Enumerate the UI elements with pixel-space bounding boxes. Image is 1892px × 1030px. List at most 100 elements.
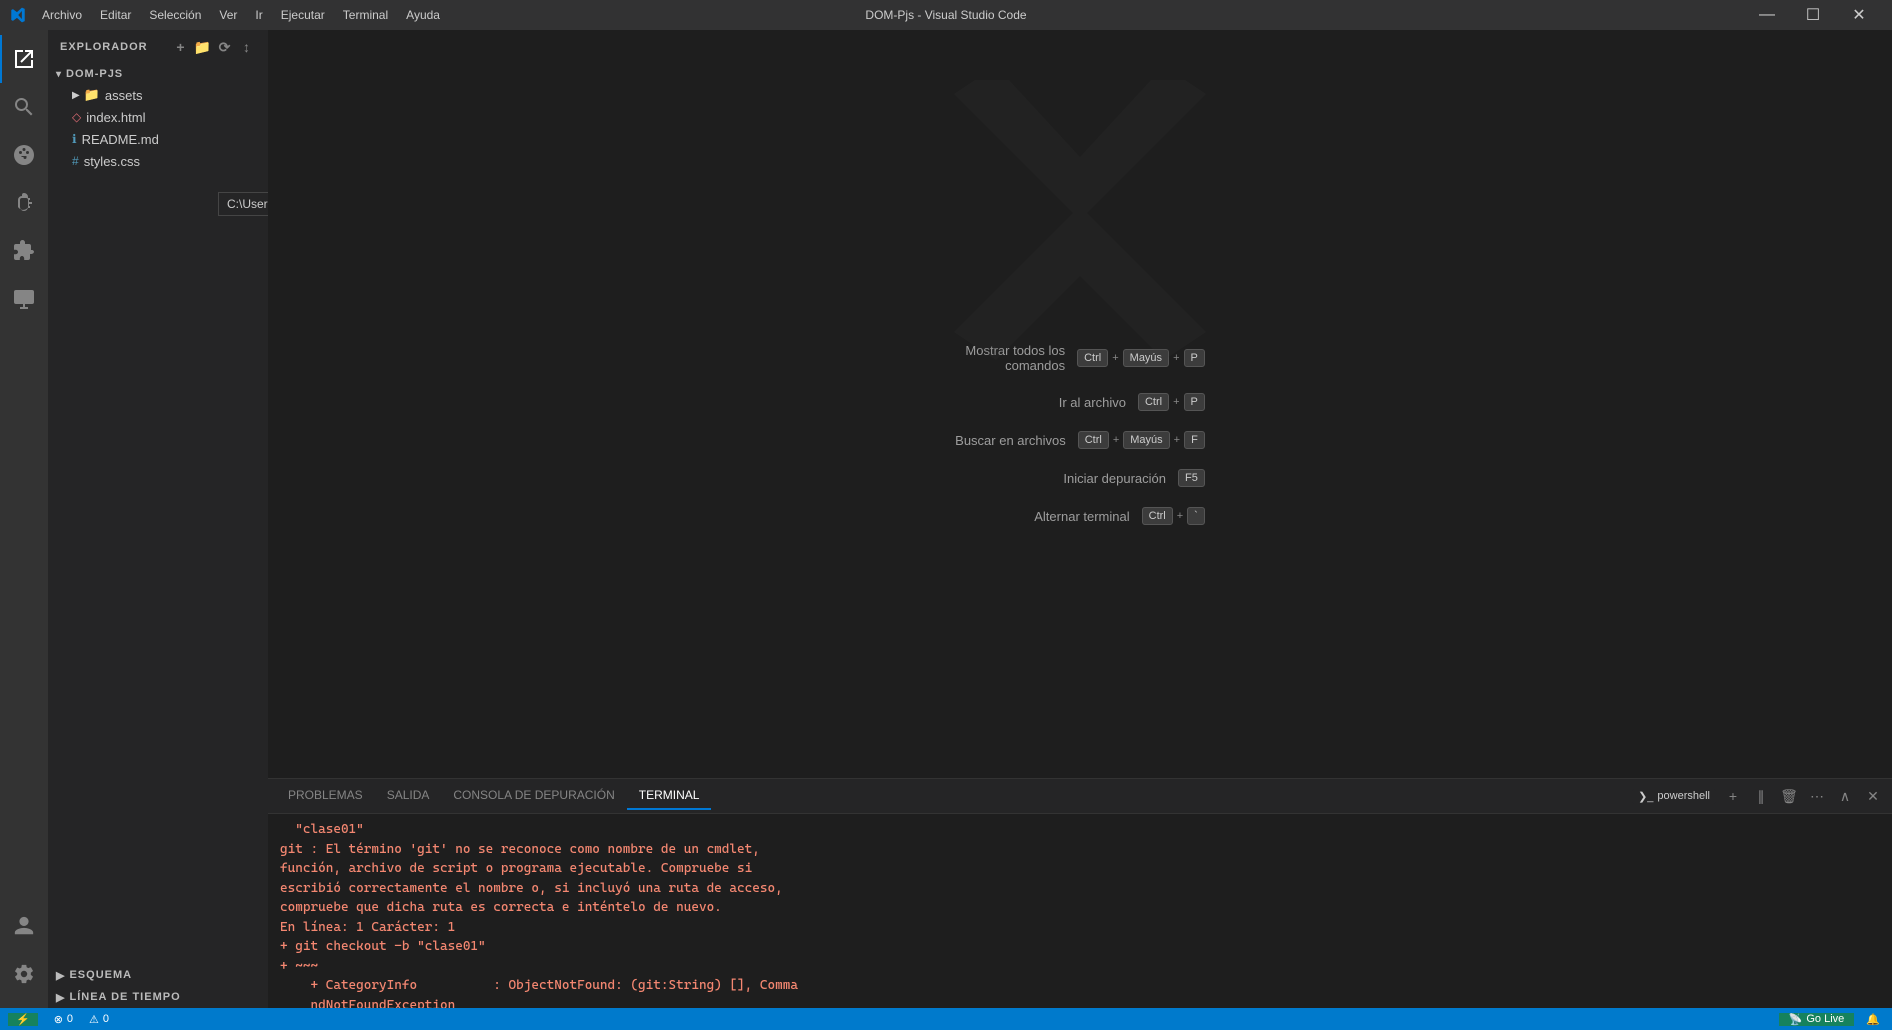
activity-search[interactable] (0, 83, 48, 131)
remote-icon: ⚡ (16, 1013, 30, 1026)
activity-extensions[interactable] (0, 227, 48, 275)
shortcut-go-file: Ir al archivo Ctrl + P (955, 393, 1205, 411)
file-index-html[interactable]: ◇ index.html (48, 106, 268, 128)
refresh-button[interactable]: ⟳ (216, 38, 234, 56)
close-button[interactable]: ✕ (1836, 0, 1882, 30)
powershell-label: powershell (1657, 790, 1710, 802)
file-name-readme: README.md (82, 132, 159, 147)
panel-tabs: PROBLEMAS SALIDA CONSOLA DE DEPURACIÓN T… (268, 779, 1892, 814)
maximize-panel-button[interactable]: ∧ (1834, 785, 1856, 807)
tab-consola[interactable]: CONSOLA DE DEPURACIÓN (441, 782, 626, 810)
terminal-line-4: escribió correctamente el nombre o, si i… (280, 879, 1880, 899)
activity-remote[interactable] (0, 275, 48, 323)
tab-terminal[interactable]: TERMINAL (627, 782, 712, 810)
split-terminal-button[interactable]: ∥ (1750, 785, 1772, 807)
shortcuts-panel: Mostrar todos loscomandos Ctrl + Mayús +… (955, 343, 1205, 525)
shortcut-label-3: Iniciar depuración (1063, 471, 1166, 486)
shortcut-debug: Iniciar depuración F5 (955, 469, 1205, 487)
folder-assets[interactable]: ▶ 📁 assets (48, 84, 268, 106)
terminal-line-2: git : El término 'git' no se reconoce co… (280, 840, 1880, 860)
add-terminal-button[interactable]: + (1722, 785, 1744, 807)
sidebar-section-timeline[interactable]: ▶ LÍNEA DE TIEMPO (48, 986, 268, 1008)
shortcut-label-2: Buscar en archivos (955, 433, 1066, 448)
file-name-styles: styles.css (84, 154, 140, 169)
vscode-watermark (930, 80, 1230, 360)
file-readme-md[interactable]: ℹ README.md (48, 128, 268, 150)
terminal-line-3: función, archivo de script o programa ej… (280, 859, 1880, 879)
status-errors[interactable]: ⊗ 0 (50, 1013, 77, 1026)
more-actions-button[interactable]: ⋯ (1806, 785, 1828, 807)
tab-salida[interactable]: SALIDA (375, 782, 442, 810)
activity-explorer[interactable] (0, 35, 48, 83)
project-root[interactable]: ▾ DOM-PJS (48, 64, 268, 84)
minimize-button[interactable]: ― (1744, 0, 1790, 30)
status-notifications[interactable]: 🔔 (1862, 1013, 1884, 1026)
activity-account[interactable] (0, 902, 48, 950)
terminal-line-1: "clase01" (280, 820, 1880, 840)
html-file-icon: ◇ (72, 110, 81, 124)
antenna-icon: 📡 (1789, 1013, 1803, 1026)
content-area: Mostrar todos loscomandos Ctrl + Mayús +… (268, 30, 1892, 1008)
kbd-f: F (1184, 431, 1205, 449)
title-bar: Archivo Editar Selección Ver Ir Ejecutar… (0, 0, 1892, 30)
title-bar-left: Archivo Editar Selección Ver Ir Ejecutar… (10, 4, 448, 26)
sidebar-section-esquema[interactable]: ▶ ESQUEMA (48, 964, 268, 986)
menu-editar[interactable]: Editar (92, 4, 139, 26)
menu-ir[interactable]: Ir (247, 4, 270, 26)
kbd-plus5: + (1174, 434, 1180, 446)
status-golive[interactable]: 📡 Go Live (1779, 1013, 1855, 1026)
close-panel-button[interactable]: ✕ (1862, 785, 1884, 807)
warning-count: 0 (103, 1013, 109, 1025)
menu-terminal[interactable]: Terminal (335, 4, 396, 26)
project-chevron: ▾ (56, 69, 62, 80)
status-left: ⚡ ⊗ 0 ⚠ 0 (8, 1013, 113, 1026)
status-remote[interactable]: ⚡ (8, 1013, 38, 1026)
menu-seleccion[interactable]: Selección (141, 4, 209, 26)
shortcut-toggle-terminal: Alternar terminal Ctrl + ` (955, 507, 1205, 525)
menu-ver[interactable]: Ver (211, 4, 245, 26)
status-warnings[interactable]: ⚠ 0 (85, 1013, 113, 1026)
error-count: 0 (67, 1013, 73, 1025)
vscode-logo-small (10, 7, 26, 23)
new-folder-button[interactable]: 📁 (194, 38, 212, 56)
window-title: DOM-Pjs - Visual Studio Code (865, 8, 1026, 22)
powershell-icon: ❯_ (1638, 790, 1653, 803)
status-right: 📡 Go Live 🔔 (1779, 1013, 1884, 1026)
terminal-line-9: + CategoryInfo : ObjectNotFound: (git:St… (280, 976, 1880, 996)
error-icon: ⊗ (54, 1013, 63, 1026)
terminal-content[interactable]: "clase01" git : El término 'git' no se r… (268, 814, 1892, 1008)
file-styles-css[interactable]: # styles.css (48, 150, 268, 172)
menu-archivo[interactable]: Archivo (34, 4, 90, 26)
terminal-line-6: En línea: 1 Carácter: 1 (280, 918, 1880, 938)
terminal-line-10: ndNotFoundException (280, 996, 1880, 1009)
activity-debug[interactable] (0, 179, 48, 227)
powershell-badge: ❯_ powershell (1632, 789, 1716, 804)
kbd-ctrl2: Ctrl (1138, 393, 1169, 411)
shortcut-label-4: Alternar terminal (1034, 509, 1129, 524)
new-file-button[interactable]: + (172, 38, 190, 56)
assets-folder-container: ▶ 📁 assets C:\Users\Miguel\OneDrive\Docu… (48, 84, 268, 106)
tab-problemas[interactable]: PROBLEMAS (276, 782, 375, 810)
activity-settings[interactable] (0, 950, 48, 998)
collapse-all-button[interactable]: ↕ (238, 38, 256, 56)
menu-ayuda[interactable]: Ayuda (398, 4, 448, 26)
folder-name: assets (105, 88, 143, 103)
window-controls: ― ☐ ✕ (1744, 0, 1882, 30)
activity-git[interactable] (0, 131, 48, 179)
main-container: EXPLORADOR + 📁 ⟳ ↕ ▾ DOM-PJS ▶ 📁 assets … (0, 30, 1892, 1008)
kbd-plus4: + (1113, 434, 1119, 446)
panel-tab-actions: ❯_ powershell + ∥ 🗑 ⋯ ∧ ✕ (1632, 785, 1884, 807)
readme-file-icon: ℹ (72, 132, 77, 146)
sidebar-spacer (48, 172, 268, 964)
restore-button[interactable]: ☐ (1790, 0, 1836, 30)
esquema-chevron: ▶ (56, 969, 65, 982)
terminal-line-8: + ~~~ (280, 957, 1880, 977)
kbd-plus6: + (1177, 510, 1183, 522)
kbd-mayus2: Mayús (1123, 431, 1169, 449)
kill-terminal-button[interactable]: 🗑 (1778, 785, 1800, 807)
kbd-ctrl4: Ctrl (1142, 507, 1173, 525)
menu-ejecutar[interactable]: Ejecutar (273, 4, 333, 26)
path-tooltip: C:\Users\Miguel\OneDrive\Documentos\ORAC… (218, 192, 268, 216)
activity-bar (0, 30, 48, 1008)
status-bar: ⚡ ⊗ 0 ⚠ 0 📡 Go Live 🔔 (0, 1008, 1892, 1030)
